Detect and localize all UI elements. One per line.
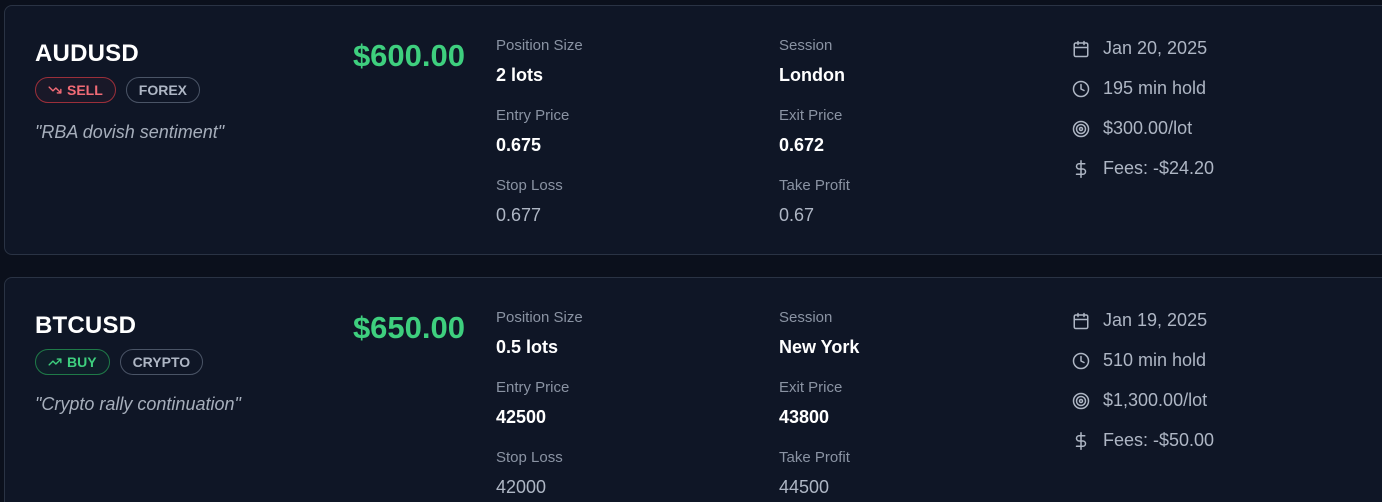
- trade-symbol: BTCUSD: [35, 312, 137, 339]
- meta-text: $1,300.00/lot: [1103, 390, 1208, 410]
- stop-loss-field: Stop Loss 0.677: [496, 177, 563, 226]
- target-icon: [1071, 391, 1091, 411]
- field-value: 42000: [496, 477, 547, 497]
- entry-price-field: Entry Price 0.675: [496, 107, 569, 156]
- session-field: Session New York: [779, 309, 859, 358]
- hold-duration: 195 min hold: [1071, 78, 1206, 99]
- take-profit-field: Take Profit 44500: [779, 449, 850, 498]
- entry-price-field: Entry Price 42500: [496, 379, 569, 428]
- trade-pnl: $600.00: [352, 38, 465, 73]
- field-label: Position Size: [496, 37, 583, 54]
- meta-text: $300.00/lot: [1103, 118, 1193, 138]
- trade-date: Jan 19, 2025: [1071, 310, 1207, 331]
- field-value: 42500: [496, 407, 547, 427]
- field-value: 0.67: [779, 205, 815, 225]
- take-profit-field: Take Profit 0.67: [779, 177, 850, 226]
- trade-note: "Crypto rally continuation": [35, 394, 241, 414]
- hold-duration: 510 min hold: [1071, 350, 1206, 371]
- meta-text: Fees: -$50.00: [1103, 430, 1215, 450]
- trade-date: Jan 20, 2025: [1071, 38, 1207, 59]
- field-label: Take Profit: [779, 449, 850, 466]
- calendar-icon: [1071, 39, 1091, 59]
- exit-price-field: Exit Price 0.672: [779, 107, 842, 156]
- exit-price-field: Exit Price 43800: [779, 379, 842, 428]
- field-label: Entry Price: [496, 379, 570, 396]
- trade-badges: BUY CRYPTO: [35, 349, 204, 375]
- position-size-field: Position Size 0.5 lots: [496, 309, 583, 358]
- clock-icon: [1071, 79, 1091, 99]
- field-label: Exit Price: [779, 379, 843, 396]
- dollar-sign-icon: [1071, 159, 1091, 179]
- field-value: 0.5 lots: [496, 337, 559, 357]
- profit-per-lot: $300.00/lot: [1071, 118, 1192, 139]
- trade-badges: SELL FOREX: [35, 77, 201, 103]
- field-value: 0.672: [779, 135, 825, 155]
- profit-per-lot: $1,300.00/lot: [1071, 390, 1207, 411]
- field-label: Take Profit: [779, 177, 850, 194]
- field-value: New York: [779, 337, 860, 357]
- field-value: London: [779, 65, 845, 85]
- field-label: Entry Price: [496, 107, 570, 124]
- trade-symbol: AUDUSD: [35, 40, 139, 67]
- fees: Fees: -$50.00: [1071, 430, 1214, 451]
- calendar-icon: [1071, 311, 1091, 331]
- field-value: 0.677: [496, 205, 542, 225]
- trending-up-icon: [48, 355, 62, 369]
- field-value: 2 lots: [496, 65, 544, 85]
- category-badge: CRYPTO: [119, 349, 204, 375]
- field-value: 0.675: [496, 135, 542, 155]
- field-label: Stop Loss: [496, 449, 563, 466]
- field-value: 43800: [779, 407, 830, 427]
- direction-badge-sell: SELL: [35, 77, 116, 103]
- field-label: Session: [779, 37, 833, 54]
- field-label: Stop Loss: [496, 177, 563, 194]
- field-label: Position Size: [496, 309, 583, 326]
- trending-down-icon: [48, 83, 62, 97]
- trade-note: "RBA dovish sentiment": [35, 122, 225, 142]
- fees: Fees: -$24.20: [1071, 158, 1214, 179]
- direction-label: SELL: [67, 82, 103, 98]
- category-badge: FOREX: [125, 77, 201, 103]
- meta-text: 195 min hold: [1103, 78, 1207, 98]
- position-size-field: Position Size 2 lots: [496, 37, 583, 86]
- field-label: Exit Price: [779, 107, 843, 124]
- trade-card[interactable]: AUDUSD SELL FOREX "RBA dovish sentiment"…: [4, 5, 1382, 255]
- field-label: Session: [779, 309, 833, 326]
- direction-label: BUY: [67, 354, 97, 370]
- meta-text: 510 min hold: [1103, 350, 1207, 370]
- trade-pnl: $650.00: [352, 310, 465, 345]
- trade-card[interactable]: BTCUSD BUY CRYPTO "Crypto rally continua…: [4, 277, 1382, 502]
- stop-loss-field: Stop Loss 42000: [496, 449, 563, 498]
- clock-icon: [1071, 351, 1091, 371]
- target-icon: [1071, 119, 1091, 139]
- session-field: Session London: [779, 37, 845, 86]
- meta-text: Fees: -$24.20: [1103, 158, 1215, 178]
- meta-text: Jan 19, 2025: [1103, 310, 1208, 330]
- direction-badge-buy: BUY: [35, 349, 110, 375]
- trade-list: AUDUSD SELL FOREX "RBA dovish sentiment"…: [0, 0, 1382, 502]
- field-value: 44500: [779, 477, 830, 497]
- meta-text: Jan 20, 2025: [1103, 38, 1208, 58]
- dollar-sign-icon: [1071, 431, 1091, 451]
